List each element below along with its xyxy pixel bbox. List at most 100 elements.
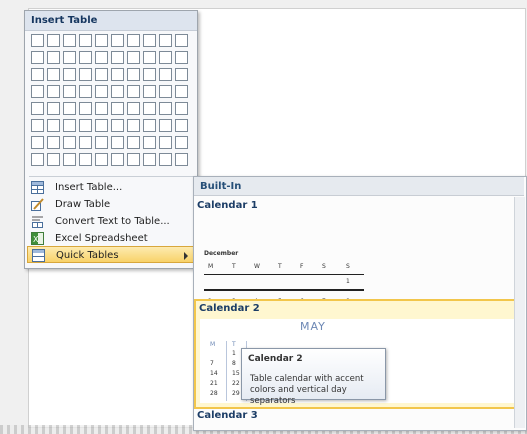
grid-cell[interactable] <box>175 102 188 115</box>
grid-cell[interactable] <box>143 51 156 64</box>
grid-cell[interactable] <box>143 153 156 166</box>
grid-cell[interactable] <box>79 136 92 149</box>
grid-cell[interactable] <box>111 102 124 115</box>
grid-cell[interactable] <box>95 119 108 132</box>
grid-cell[interactable] <box>95 51 108 64</box>
gallery-scrollbar[interactable] <box>514 197 525 428</box>
calendar-2-date: 14 <box>210 370 218 377</box>
grid-cell[interactable] <box>127 153 140 166</box>
grid-cell[interactable] <box>79 68 92 81</box>
grid-cell[interactable] <box>95 136 108 149</box>
grid-cell[interactable] <box>143 34 156 47</box>
grid-cell[interactable] <box>159 136 172 149</box>
grid-cell[interactable] <box>31 85 44 98</box>
grid-cell[interactable] <box>63 51 76 64</box>
calendar-1-option[interactable]: Calendar 1 December MTWTFSS12345678 <box>194 197 524 308</box>
grid-cell[interactable] <box>159 102 172 115</box>
grid-cell[interactable] <box>47 119 60 132</box>
grid-cell[interactable] <box>127 85 140 98</box>
grid-cell[interactable] <box>111 51 124 64</box>
grid-cell[interactable] <box>111 85 124 98</box>
svg-text:X: X <box>33 235 39 244</box>
grid-cell[interactable] <box>47 85 60 98</box>
menu-item-draw-table[interactable]: Draw Table <box>27 196 195 213</box>
menu-item-excel-spreadsheet[interactable]: X Excel Spreadsheet <box>27 230 195 247</box>
grid-cell[interactable] <box>127 119 140 132</box>
grid-cell[interactable] <box>143 102 156 115</box>
grid-cell[interactable] <box>143 68 156 81</box>
grid-cell[interactable] <box>31 51 44 64</box>
grid-cell[interactable] <box>31 119 44 132</box>
grid-cell[interactable] <box>175 85 188 98</box>
grid-cell[interactable] <box>47 153 60 166</box>
grid-cell[interactable] <box>63 85 76 98</box>
grid-cell[interactable] <box>127 68 140 81</box>
grid-cell[interactable] <box>47 51 60 64</box>
grid-cell[interactable] <box>159 153 172 166</box>
grid-cell[interactable] <box>143 136 156 149</box>
grid-cell[interactable] <box>95 102 108 115</box>
calendar-1-cell: W <box>254 263 260 270</box>
grid-cell[interactable] <box>95 153 108 166</box>
menu-item-insert-table[interactable]: Insert Table... <box>27 179 195 196</box>
grid-cell[interactable] <box>175 153 188 166</box>
submenu-arrow-icon <box>184 252 188 260</box>
grid-cell[interactable] <box>63 34 76 47</box>
grid-cell[interactable] <box>127 34 140 47</box>
grid-cell[interactable] <box>31 102 44 115</box>
calendar-2-date: 28 <box>210 390 218 397</box>
grid-cell[interactable] <box>111 153 124 166</box>
grid-cell[interactable] <box>63 68 76 81</box>
grid-cell[interactable] <box>175 136 188 149</box>
grid-cell[interactable] <box>95 34 108 47</box>
grid-cell[interactable] <box>95 85 108 98</box>
grid-cell[interactable] <box>111 136 124 149</box>
grid-cell[interactable] <box>47 102 60 115</box>
grid-cell[interactable] <box>175 119 188 132</box>
grid-cell[interactable] <box>159 34 172 47</box>
grid-cell[interactable] <box>63 102 76 115</box>
grid-cell[interactable] <box>95 68 108 81</box>
tooltip-title: Calendar 2 <box>248 354 303 364</box>
grid-cell[interactable] <box>63 153 76 166</box>
grid-cell[interactable] <box>79 153 92 166</box>
grid-cell[interactable] <box>127 102 140 115</box>
grid-cell[interactable] <box>47 68 60 81</box>
calendar-1-cell: 1 <box>346 278 350 285</box>
grid-cell[interactable] <box>79 51 92 64</box>
grid-cell[interactable] <box>47 136 60 149</box>
menu-item-quick-tables[interactable]: Quick Tables <box>27 246 195 263</box>
grid-cell[interactable] <box>111 34 124 47</box>
grid-cell[interactable] <box>63 136 76 149</box>
grid-cell[interactable] <box>79 119 92 132</box>
grid-cell[interactable] <box>127 136 140 149</box>
calendar-1-cell: S <box>322 263 326 270</box>
grid-cell[interactable] <box>175 51 188 64</box>
grid-cell[interactable] <box>175 34 188 47</box>
grid-cell[interactable] <box>143 119 156 132</box>
menu-item-convert-text[interactable]: Convert Text to Table... <box>27 213 195 230</box>
insert-table-icon <box>31 181 44 194</box>
grid-cell[interactable] <box>159 85 172 98</box>
grid-cell[interactable] <box>31 153 44 166</box>
grid-cell[interactable] <box>143 85 156 98</box>
menu-separator <box>29 176 193 177</box>
grid-cell[interactable] <box>63 119 76 132</box>
grid-cell[interactable] <box>31 68 44 81</box>
grid-cell[interactable] <box>159 51 172 64</box>
grid-cell[interactable] <box>127 51 140 64</box>
grid-cell[interactable] <box>111 119 124 132</box>
grid-cell[interactable] <box>79 34 92 47</box>
grid-cell[interactable] <box>79 85 92 98</box>
calendar-2-label: Calendar 2 <box>199 303 260 314</box>
grid-cell[interactable] <box>79 102 92 115</box>
menu-item-label: Convert Text to Table... <box>55 216 170 227</box>
grid-cell[interactable] <box>31 34 44 47</box>
grid-cell[interactable] <box>175 68 188 81</box>
grid-cell[interactable] <box>111 68 124 81</box>
calendar-3-label[interactable]: Calendar 3 <box>197 410 258 421</box>
grid-cell[interactable] <box>31 136 44 149</box>
grid-cell[interactable] <box>159 119 172 132</box>
grid-cell[interactable] <box>47 34 60 47</box>
grid-cell[interactable] <box>159 68 172 81</box>
